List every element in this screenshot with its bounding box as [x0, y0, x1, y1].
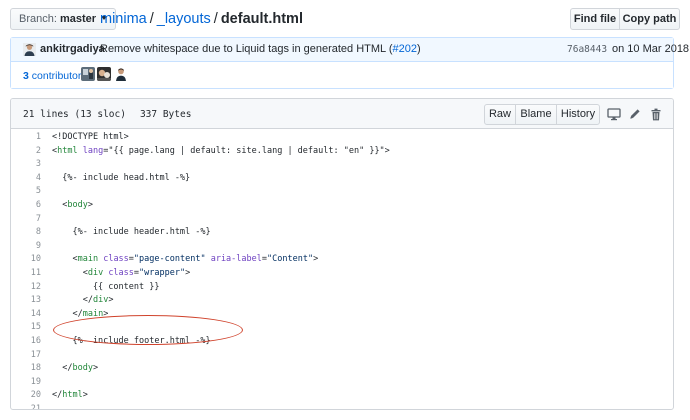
code-line: 16 {%- include footer.html -%}: [11, 334, 673, 348]
breadcrumb-separator: /: [213, 11, 218, 27]
commit-message-end: ): [416, 43, 421, 55]
line-number[interactable]: 18: [11, 363, 41, 373]
file-info: 21 lines (13 sloc) 337 Bytes: [23, 109, 191, 120]
code-line: 4 {%- include head.html -%}: [11, 171, 673, 185]
line-number[interactable]: 6: [11, 200, 41, 210]
code-line: 19: [11, 375, 673, 389]
contributor-avatar[interactable]: [114, 67, 128, 81]
code-line: 11 <div class="wrapper">: [11, 266, 673, 280]
line-content: {%- include footer.html -%}: [52, 335, 211, 346]
pencil-icon[interactable]: [628, 108, 642, 121]
breadcrumb: minima / _layouts / default.html: [100, 9, 303, 29]
code-line: 17: [11, 348, 673, 362]
find-file-button[interactable]: Find file: [570, 8, 620, 30]
commit-tease: ankitrgadiya Remove whitespace due to Li…: [11, 38, 689, 62]
breadcrumb-folder-link[interactable]: _layouts: [157, 11, 211, 27]
code-line: 15: [11, 320, 673, 334]
code-line: 3: [11, 157, 673, 171]
breadcrumb-separator: /: [149, 11, 154, 27]
code-line: 14 </main>: [11, 307, 673, 321]
contributors-link[interactable]: 3 contributors: [23, 70, 87, 82]
code-line: 8 {%- include header.html -%}: [11, 225, 673, 239]
breadcrumb-repo-link[interactable]: minima: [100, 11, 147, 27]
line-content: {{ content }}: [52, 281, 160, 292]
code-line: 6 <body>: [11, 198, 673, 212]
line-content: </div>: [52, 295, 114, 306]
commit-pr-link[interactable]: #202: [392, 43, 416, 55]
code-line: 18 </body>: [11, 361, 673, 375]
commit-date: on 10 Mar 2018: [612, 43, 690, 55]
line-number[interactable]: 3: [11, 159, 41, 169]
blame-button[interactable]: Blame: [515, 104, 557, 125]
line-content: {%- include header.html -%}: [52, 227, 211, 238]
code-line: 10 <main class="page-content" aria-label…: [11, 252, 673, 266]
file-size: 337 Bytes: [139, 109, 192, 120]
commit-author-link[interactable]: ankitrgadiya: [40, 43, 105, 55]
line-number[interactable]: 17: [11, 350, 41, 360]
code-line: 20 </html>: [11, 388, 673, 402]
line-content: </html>: [52, 390, 88, 401]
commit-message-text[interactable]: Remove whitespace due to Liquid tags in …: [100, 43, 392, 55]
line-number[interactable]: 13: [11, 295, 41, 305]
code-line: 21: [11, 402, 673, 409]
code-listing: 1 <!DOCTYPE html> 2 <html lang="{{ page.lan…: [11, 130, 673, 409]
line-content: <body>: [52, 199, 93, 210]
line-number[interactable]: 10: [11, 254, 41, 264]
line-content: </body>: [52, 363, 99, 374]
history-button[interactable]: History: [556, 104, 600, 125]
code-line: 9: [11, 239, 673, 253]
code-line: 7: [11, 212, 673, 226]
commit-message[interactable]: Remove whitespace due to Liquid tags in …: [100, 43, 421, 55]
line-content: <html lang="{{ page.lang | default: site…: [52, 145, 390, 156]
line-number[interactable]: 16: [11, 336, 41, 346]
contributors-label[interactable]: contributors: [32, 70, 87, 82]
trash-icon[interactable]: [649, 108, 663, 121]
latest-commit-box: ankitrgadiya Remove whitespace due to Li…: [10, 37, 689, 89]
contributor-avatar[interactable]: [97, 67, 111, 81]
code-line: 12 {{ content }}: [11, 280, 673, 294]
contributors-row: 3 contributors: [11, 62, 673, 88]
file-line-count: 21 lines (13 sloc): [23, 109, 126, 120]
line-number[interactable]: 11: [11, 268, 41, 278]
line-number[interactable]: 20: [11, 390, 41, 400]
line-content: <main class="page-content" aria-label="C…: [52, 254, 319, 265]
commit-sha-link[interactable]: 76a8443: [567, 44, 607, 55]
line-number[interactable]: 14: [11, 309, 41, 319]
copy-path-button[interactable]: Copy path: [619, 8, 680, 30]
code-line: 1 <!DOCTYPE html>: [11, 130, 673, 144]
code-line: 2 <html lang="{{ page.lang | default: sit…: [11, 144, 673, 158]
line-number[interactable]: 21: [11, 404, 41, 409]
raw-button[interactable]: Raw: [484, 104, 516, 125]
line-number[interactable]: 2: [11, 146, 41, 156]
line-number[interactable]: 9: [11, 241, 41, 251]
line-number[interactable]: 8: [11, 227, 41, 237]
branch-prefix: Branch:: [19, 13, 57, 25]
breadcrumb-file-name: default.html: [220, 11, 303, 27]
line-content: </main>: [52, 308, 109, 319]
contributor-avatar[interactable]: [81, 67, 95, 81]
code-line: 13 </div>: [11, 293, 673, 307]
code-line: 5: [11, 184, 673, 198]
branch-name: master: [59, 13, 97, 25]
desktop-icon[interactable]: [607, 108, 621, 121]
author-avatar[interactable]: [23, 43, 36, 56]
file-header: 21 lines (13 sloc) 337 Bytes Raw Blame Hi…: [11, 99, 673, 129]
line-number[interactable]: 7: [11, 214, 41, 224]
file-viewer: 21 lines (13 sloc) 337 Bytes Raw Blame Hi…: [10, 98, 674, 410]
line-number[interactable]: 12: [11, 282, 41, 292]
line-content: <!DOCTYPE html>: [52, 132, 129, 142]
line-content: <div class="wrapper">: [52, 267, 191, 278]
line-content: {%- include head.html -%}: [52, 172, 191, 183]
line-number[interactable]: 5: [11, 186, 41, 196]
file-navigation-bar: Branch: master minima / _layouts / default.h…: [10, 8, 680, 30]
line-number[interactable]: 15: [11, 322, 41, 332]
contributors-count[interactable]: 3: [23, 70, 29, 82]
line-number[interactable]: 1: [11, 132, 41, 142]
line-number[interactable]: 4: [11, 173, 41, 183]
line-number[interactable]: 19: [11, 377, 41, 387]
